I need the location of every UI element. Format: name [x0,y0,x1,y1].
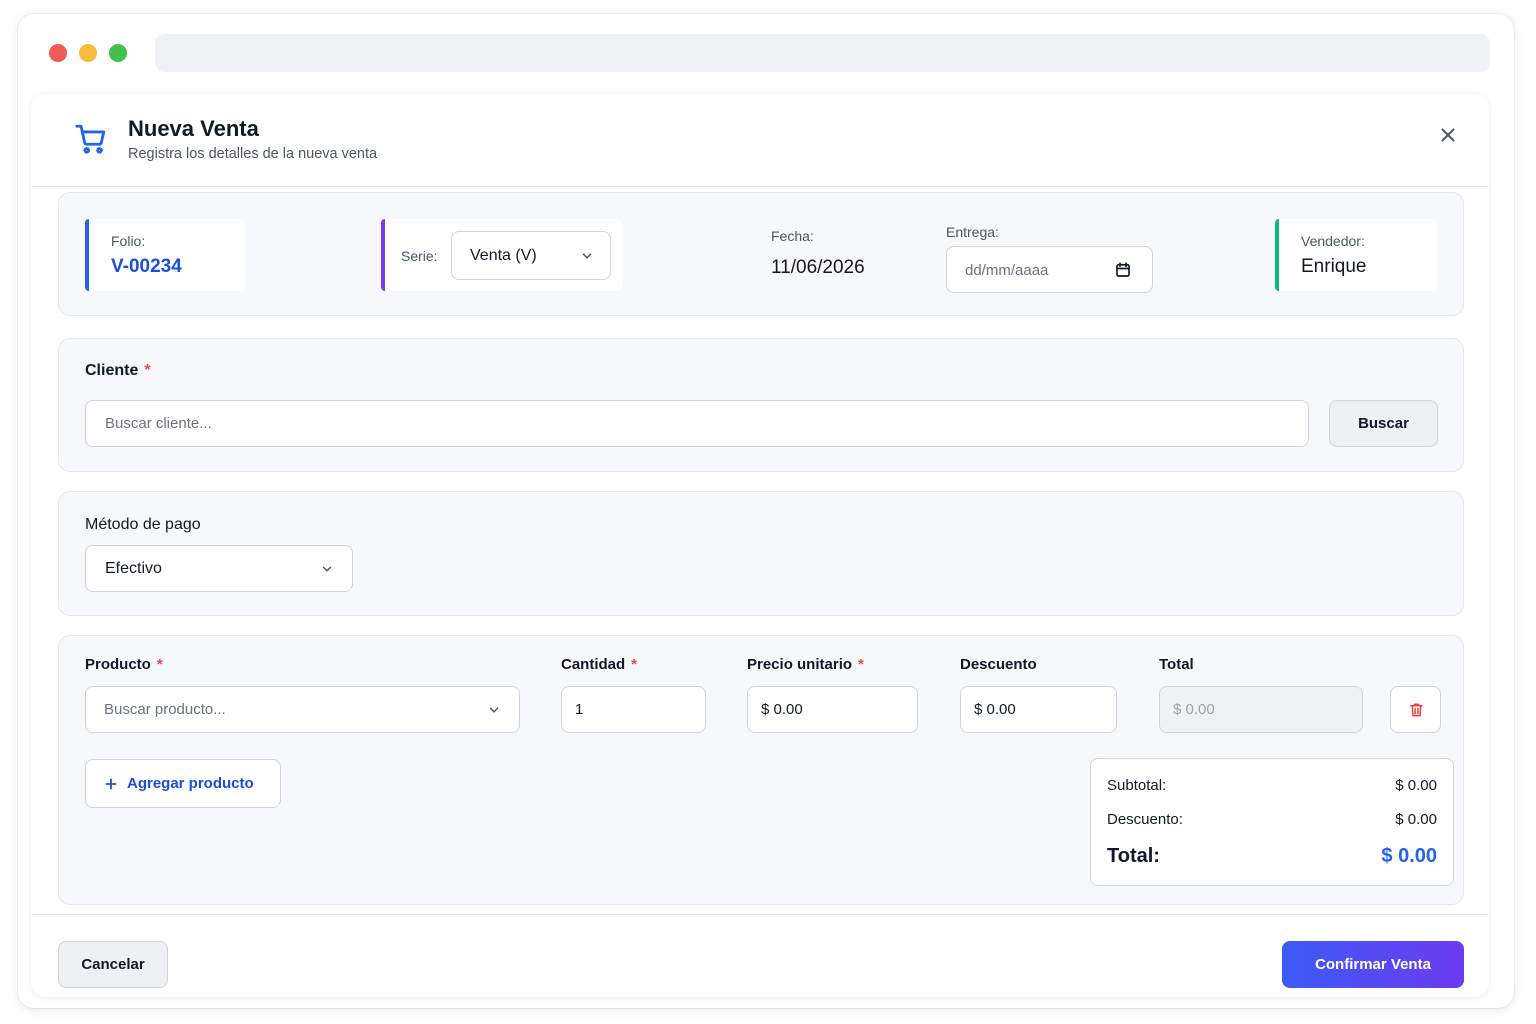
descuento-summary-value: $ 0.00 [1395,811,1437,828]
folio-value: V-00234 [111,256,182,277]
trash-icon [1410,703,1423,717]
chevron-down-icon [582,253,592,259]
serie-label: Serie: [401,248,438,264]
total-header: Total [1159,656,1194,673]
buscar-button[interactable]: Buscar [1329,400,1438,447]
required-mark: * [631,656,638,673]
productos-card: Producto * Cantidad * Precio unitario * Des… [58,635,1464,905]
required-mark: * [156,656,163,673]
totals-summary: Subtotal: $ 0.00 Descuento: $ 0.00 Total… [1090,758,1454,886]
descuento-summary-label: Descuento: [1107,811,1183,828]
modal-footer: Cancelar Confirmar Venta [31,914,1489,997]
cancel-button[interactable]: Cancelar [58,941,168,988]
subtotal-value: $ 0.00 [1395,777,1437,794]
total-value: $ 0.00 [1173,701,1215,718]
total-summary-value: $ 0.00 [1381,845,1437,867]
fecha-label: Fecha: [771,228,814,244]
folio-accent [85,219,89,291]
cantidad-input[interactable]: 1 [561,686,706,733]
vendedor-accent [1275,219,1279,291]
serie-tile: Serie: Venta (V) [381,219,623,291]
cliente-search-input[interactable]: Buscar cliente... [85,400,1309,447]
window-close-dot[interactable] [49,44,67,62]
modal-header: Nueva Venta Registra los detalles de la … [31,94,1489,187]
entrega-label: Entrega: [946,224,999,240]
close-icon[interactable] [1437,124,1459,146]
descuento-header: Descuento [960,656,1037,673]
nueva-venta-modal: Nueva Venta Registra los detalles de la … [31,94,1489,997]
venta-info-card: Folio: V-00234 Serie: Venta (V) Fecha: 1… [58,192,1464,316]
vendedor-tile: Vendedor: Enrique [1275,219,1437,291]
cantidad-value: 1 [575,701,584,718]
serie-accent [381,219,385,291]
calendar-icon[interactable] [1114,261,1132,279]
chevron-down-icon [322,566,332,572]
modal-subtitle: Registra los detalles de la nueva venta [128,146,378,162]
total-summary-label: Total: [1107,845,1160,867]
agregar-producto-label: Agregar producto [127,775,254,792]
shopping-cart-icon [75,124,106,154]
confirm-sale-button[interactable]: Confirmar Venta [1282,941,1464,988]
cliente-label: Cliente * [85,362,151,379]
total-readonly-field: $ 0.00 [1159,686,1363,733]
total-row: Total: $ 0.00 [1107,845,1437,868]
address-bar[interactable] [155,34,1490,72]
vendedor-value: Enrique [1301,256,1367,277]
descuento-value: $ 0.00 [974,701,1016,718]
fecha-value: 11/06/2026 [771,257,865,278]
precio-unitario-input[interactable]: $ 0.00 [747,686,918,733]
window-minimize-dot[interactable] [79,44,97,62]
producto-placeholder: Buscar producto... [104,701,226,718]
descuento-row: Descuento: $ 0.00 [1107,811,1437,828]
cliente-card: Cliente * Buscar cliente... Buscar [58,338,1464,472]
producto-search-select[interactable]: Buscar producto... [85,686,520,733]
metodo-pago-card: Método de pago Efectivo [58,491,1464,616]
descuento-input[interactable]: $ 0.00 [960,686,1117,733]
precio-header: Precio unitario * [747,656,864,673]
delete-product-button[interactable] [1390,686,1441,733]
agregar-producto-button[interactable]: Agregar producto [85,759,281,808]
cliente-placeholder: Buscar cliente... [105,415,212,432]
entrega-date-input[interactable]: dd/mm/aaaa [946,246,1153,293]
modal-title: Nueva Venta [128,116,259,141]
serie-selected-value: Venta (V) [470,247,537,264]
entrega-placeholder: dd/mm/aaaa [965,262,1049,279]
serie-select[interactable]: Venta (V) [451,231,611,280]
precio-value: $ 0.00 [761,701,803,718]
window-titlebar [18,14,1514,90]
cantidad-header: Cantidad * [561,656,638,673]
required-mark: * [858,656,864,673]
folio-label: Folio: [111,233,146,249]
window-maximize-dot[interactable] [109,44,127,62]
vendedor-label: Vendedor: [1301,233,1365,249]
metodo-pago-select[interactable]: Efectivo [85,545,353,592]
subtotal-label: Subtotal: [1107,777,1167,794]
metodo-pago-value: Efectivo [105,560,162,577]
folio-tile: Folio: V-00234 [85,219,245,291]
required-mark: * [144,362,151,379]
browser-window: Nueva Venta Registra los detalles de la … [18,14,1514,1008]
producto-header: Producto * [85,656,163,673]
metodo-pago-label: Método de pago [85,516,201,533]
plus-icon [105,778,117,790]
chevron-down-icon [489,707,499,713]
subtotal-row: Subtotal: $ 0.00 [1107,777,1437,794]
